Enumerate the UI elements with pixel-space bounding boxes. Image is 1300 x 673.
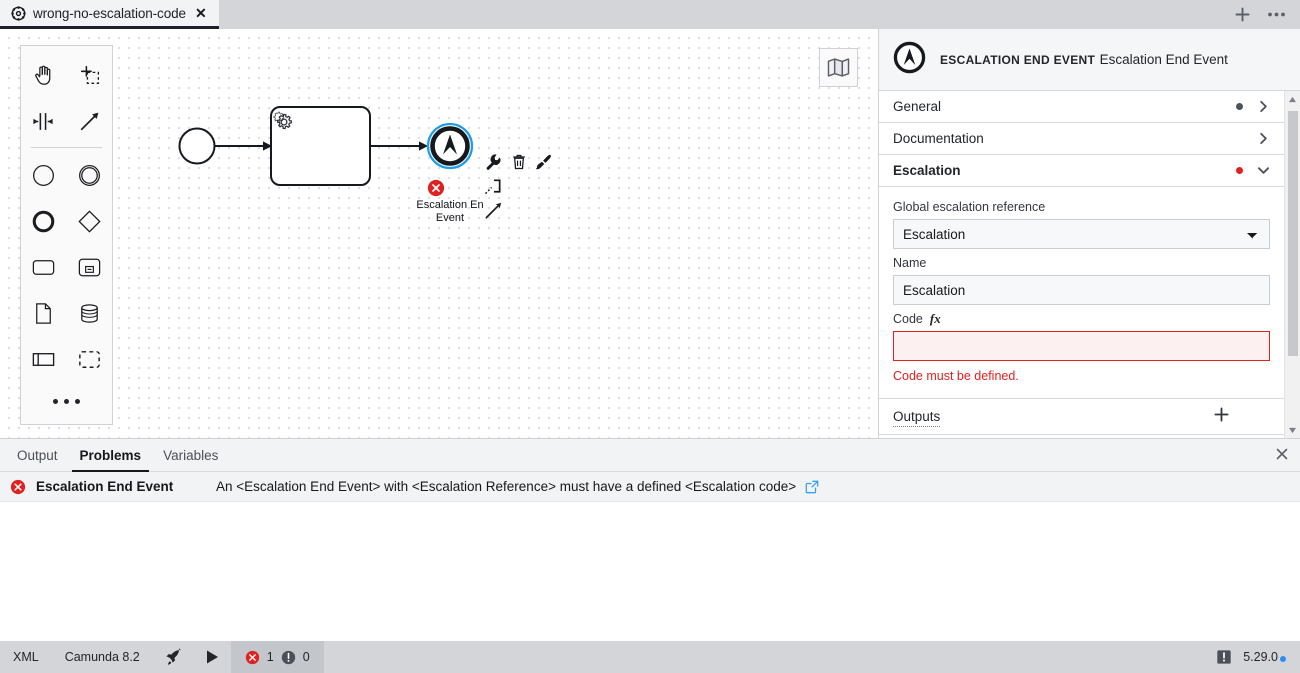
- run-play-icon[interactable]: [194, 641, 231, 673]
- tab-title: wrong-no-escalation-code: [33, 5, 186, 21]
- start-event-shape[interactable]: [178, 127, 216, 165]
- properties-group-escalation[interactable]: Escalation: [879, 155, 1284, 187]
- properties-scroll-area: General Documentation Escalation Global …: [879, 91, 1284, 438]
- problem-severity-error-icon: [10, 479, 26, 495]
- bottom-panel-close-icon[interactable]: [1276, 448, 1288, 463]
- scroll-down-icon[interactable]: [1285, 422, 1300, 438]
- properties-group-documentation-label: Documentation: [893, 131, 984, 146]
- update-available-dot: [1280, 656, 1286, 662]
- bpmn-diagram: [178, 106, 474, 198]
- camunda-modeler-window: wrong-no-escalation-code ✕ Escalation En…: [0, 0, 1300, 673]
- tab-problems[interactable]: Problems: [72, 439, 150, 472]
- error-badge[interactable]: [426, 178, 446, 198]
- tab-bar-actions: [1234, 0, 1300, 29]
- context-pad-paintbrush-icon[interactable]: [532, 151, 554, 173]
- chevron-down-icon: [1257, 164, 1270, 177]
- status-engine-label[interactable]: Camunda 8.2: [52, 641, 153, 673]
- properties-group-escalation-label: Escalation: [893, 163, 961, 178]
- properties-group-general-label: General: [893, 99, 942, 114]
- warning-count: 0: [302, 650, 310, 664]
- bpmn-diagram-icon: [11, 5, 26, 21]
- scroll-up-icon[interactable]: [1285, 91, 1300, 107]
- chevron-right-icon: [1257, 132, 1270, 145]
- field-escalation-code: Code fx Code must be defined.: [893, 311, 1270, 384]
- fx-expression-icon[interactable]: fx: [930, 311, 941, 327]
- status-version[interactable]: 5.29.0: [1243, 650, 1300, 664]
- properties-element-type: ESCALATION END EVENT: [940, 53, 1096, 67]
- general-group-marker-dot: [1236, 103, 1243, 110]
- problem-row[interactable]: Escalation End Event An <Escalation End …: [0, 472, 1300, 502]
- error-count: 1: [266, 650, 274, 664]
- properties-panel-body: General Documentation Escalation Global …: [879, 91, 1300, 438]
- tab-bar: wrong-no-escalation-code ✕: [0, 0, 1300, 29]
- properties-group-outputs[interactable]: Outputs: [879, 399, 1284, 435]
- properties-panel: ESCALATION END EVENT Escalation End Even…: [878, 29, 1300, 438]
- new-tab-icon[interactable]: [1234, 6, 1251, 23]
- warning-count-icon: [281, 650, 296, 665]
- editor-tab-active[interactable]: wrong-no-escalation-code ✕: [0, 0, 219, 29]
- external-link-icon[interactable]: [805, 480, 819, 494]
- escalation-end-event-label: Escalation En Event: [413, 199, 487, 225]
- tab-variables[interactable]: Variables: [155, 439, 226, 472]
- properties-panel-titles: ESCALATION END EVENT Escalation End Even…: [940, 51, 1228, 69]
- escalation-end-event-label-line2: Event: [435, 212, 465, 224]
- tab-close-icon[interactable]: ✕: [193, 5, 209, 22]
- properties-group-general[interactable]: General: [879, 91, 1284, 123]
- notifications-icon[interactable]: [1205, 641, 1243, 673]
- escalation-name-label: Name: [893, 256, 927, 270]
- version-label: 5.29.0: [1243, 650, 1278, 664]
- add-output-button[interactable]: [1213, 406, 1270, 427]
- properties-group-documentation[interactable]: Documentation: [879, 123, 1284, 155]
- bottom-panel: Output Problems Variables Escalation End…: [0, 438, 1300, 641]
- scrollbar-thumb[interactable]: [1288, 111, 1298, 356]
- context-pad-append-arrow-icon[interactable]: [482, 199, 504, 221]
- properties-scrollbar[interactable]: [1284, 91, 1300, 438]
- tab-bar-spacer: [219, 0, 1234, 29]
- bottom-panel-tabs: Output Problems Variables: [0, 439, 1300, 472]
- service-task-shape[interactable]: [270, 106, 371, 186]
- properties-element-name: Escalation End Event: [1099, 52, 1228, 67]
- context-pad-trash-icon[interactable]: [508, 151, 530, 173]
- context-pad-wrench-icon[interactable]: [482, 151, 504, 173]
- global-escalation-reference-label: Global escalation reference: [893, 200, 1046, 214]
- sequence-flow-2-arrow: [419, 141, 428, 151]
- properties-panel-header: ESCALATION END EVENT Escalation End Even…: [879, 29, 1300, 91]
- error-count-icon: [245, 650, 260, 665]
- outputs-label: Outputs: [893, 407, 941, 427]
- escalation-code-label: Code fx: [893, 311, 1270, 327]
- more-tabs-icon[interactable]: [1267, 11, 1286, 18]
- problem-message: An <Escalation End Event> with <Escalati…: [216, 479, 797, 494]
- deploy-rocket-icon[interactable]: [153, 641, 194, 673]
- tab-output[interactable]: Output: [9, 439, 66, 472]
- escalation-group-body: Global escalation reference Escalation N…: [879, 187, 1284, 399]
- escalation-code-label-text: Code: [893, 312, 923, 326]
- bpmn-canvas[interactable]: Escalation En Event: [0, 29, 878, 438]
- status-xml-button[interactable]: XML: [0, 641, 52, 673]
- chevron-right-icon: [1257, 100, 1270, 113]
- status-problem-badges[interactable]: 1 0: [230, 641, 324, 673]
- problem-element-name: Escalation End Event: [36, 479, 174, 494]
- problem-message-wrap: An <Escalation End Event> with <Escalati…: [216, 479, 819, 494]
- escalation-end-event-label-line1: Escalation En: [416, 199, 484, 211]
- escalation-code-input[interactable]: [893, 331, 1270, 361]
- escalation-name-input[interactable]: [893, 275, 1270, 305]
- escalation-group-error-dot: [1236, 167, 1243, 174]
- escalation-end-event-icon: [893, 41, 926, 79]
- global-escalation-reference-select[interactable]: Escalation: [893, 219, 1270, 249]
- context-pad-connect-icon[interactable]: [482, 175, 504, 197]
- status-bar: XML Camunda 8.2 1 0 5.29.0: [0, 641, 1300, 673]
- field-global-escalation-reference: Global escalation reference Escalation: [893, 199, 1270, 249]
- field-escalation-name: Name: [893, 255, 1270, 305]
- context-pad: [480, 149, 560, 224]
- escalation-code-error-message: Code must be defined.: [893, 369, 1019, 383]
